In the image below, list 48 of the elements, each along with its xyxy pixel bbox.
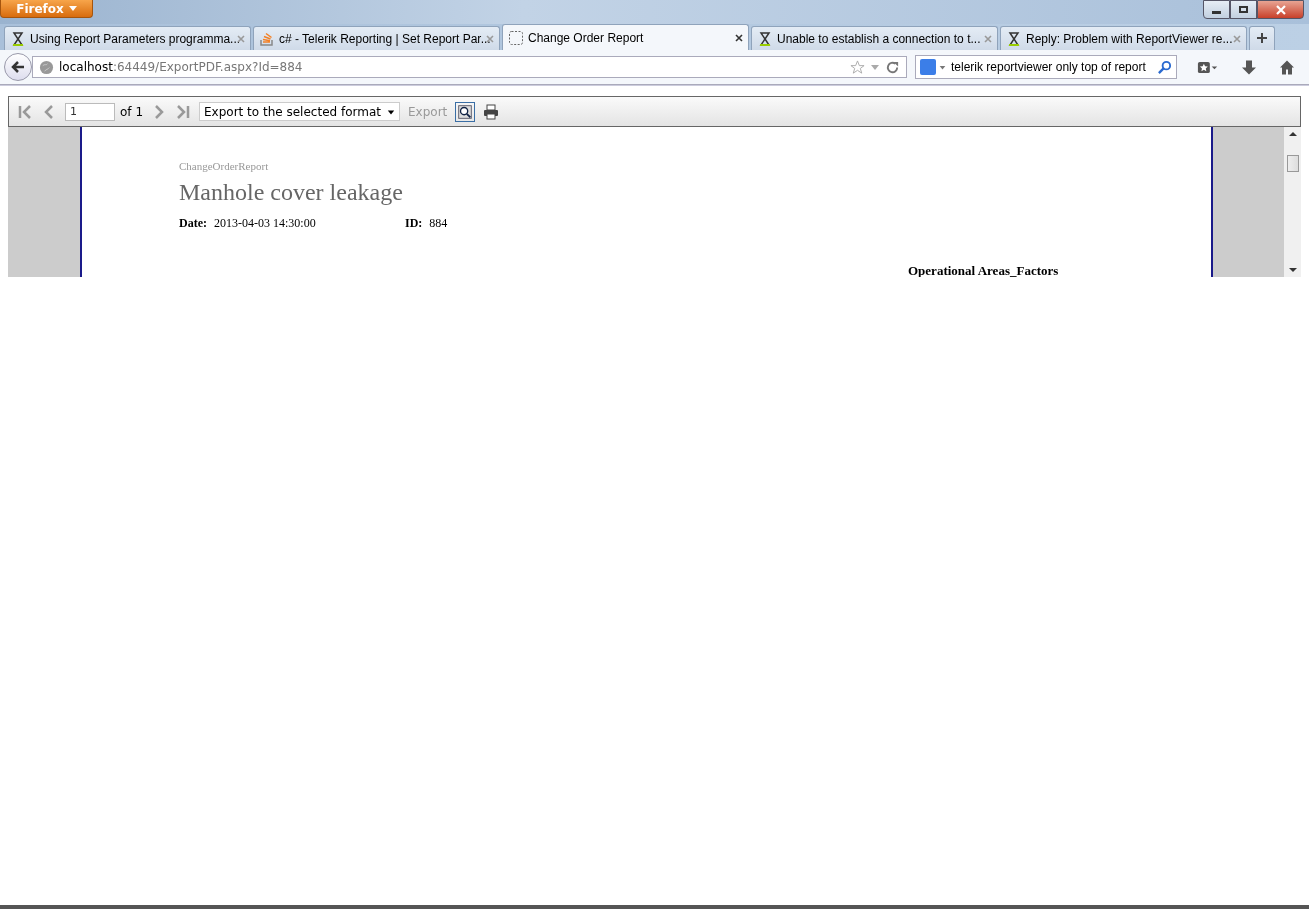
address-bar[interactable]: localhost:64449/ExportPDF.aspx?Id=884 bbox=[32, 56, 907, 78]
report-name: ChangeOrderReport bbox=[179, 160, 270, 172]
maximize-button[interactable] bbox=[1230, 0, 1257, 19]
back-arrow-icon bbox=[10, 59, 26, 75]
page-number-field[interactable]: 1 bbox=[65, 102, 115, 121]
id-value: 884 bbox=[429, 216, 448, 231]
star-icon[interactable] bbox=[850, 59, 865, 75]
home-icon[interactable] bbox=[1279, 58, 1295, 76]
download-icon[interactable] bbox=[1241, 58, 1257, 76]
browser-tab[interactable]: Reply: Problem with ReportViewer re... bbox=[1000, 26, 1247, 50]
hourglass-icon bbox=[1006, 30, 1022, 47]
browser-tab[interactable]: Unable to establish a connection to t... bbox=[751, 26, 998, 50]
report-title: Manhole cover leakage bbox=[179, 179, 404, 206]
hourglass-icon bbox=[10, 30, 26, 47]
scrollbar[interactable] bbox=[1284, 127, 1301, 277]
globe-icon bbox=[39, 59, 54, 75]
back-button[interactable] bbox=[4, 53, 32, 81]
close-icon[interactable] bbox=[735, 33, 743, 42]
page-count: of 1 bbox=[120, 104, 143, 119]
last-page-icon[interactable] bbox=[175, 103, 191, 120]
date-label: Date: bbox=[179, 216, 207, 231]
hourglass-icon bbox=[757, 30, 773, 47]
section-heading: Operational Areas_Factors bbox=[908, 263, 1059, 277]
export-format-dropdown[interactable]: Export to the selected format bbox=[199, 102, 400, 121]
browser-tab[interactable]: Using Report Parameters programma... bbox=[4, 26, 251, 50]
print-preview-icon[interactable] bbox=[455, 101, 476, 122]
minimize-button[interactable] bbox=[1203, 0, 1230, 19]
scroll-up-icon[interactable] bbox=[1288, 132, 1297, 136]
scroll-down-icon[interactable] bbox=[1288, 268, 1297, 272]
caret-icon bbox=[68, 6, 77, 11]
first-page-icon[interactable] bbox=[17, 103, 33, 120]
stack-icon bbox=[259, 30, 275, 47]
search-field[interactable]: telerik reportviewer only top of report bbox=[915, 55, 1177, 79]
browser-tab[interactable]: Change Order Report bbox=[502, 24, 749, 50]
search-engine-icon[interactable] bbox=[920, 59, 946, 75]
close-icon bbox=[1275, 4, 1286, 15]
date-value: 2013-04-03 14:30:00 bbox=[214, 216, 317, 231]
id-label: ID: bbox=[405, 216, 423, 231]
page-icon bbox=[508, 29, 524, 46]
caret-icon bbox=[387, 107, 395, 116]
scroll-thumb[interactable] bbox=[1286, 155, 1299, 172]
print-icon[interactable] bbox=[483, 103, 500, 120]
search-icon[interactable] bbox=[1157, 59, 1172, 75]
browser-tab[interactable]: c# - Telerik Reporting | Set Report Par... bbox=[253, 26, 500, 50]
reload-icon[interactable] bbox=[885, 59, 900, 75]
close-button[interactable] bbox=[1257, 0, 1304, 19]
plus-icon bbox=[1256, 32, 1268, 44]
new-tab-button[interactable] bbox=[1249, 26, 1275, 50]
